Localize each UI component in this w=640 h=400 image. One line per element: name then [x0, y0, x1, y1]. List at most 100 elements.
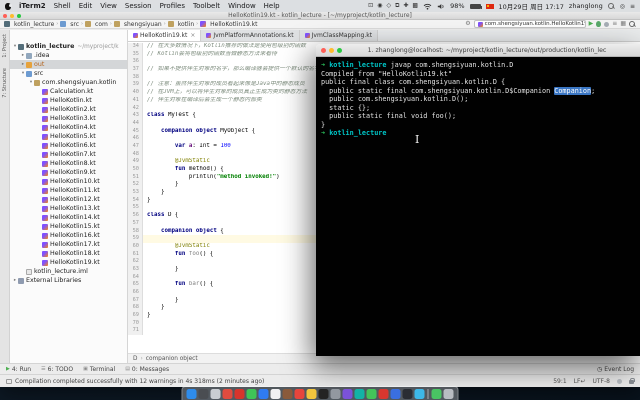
dock-icon[interactable]: [307, 389, 317, 399]
spotlight-search-icon[interactable]: [608, 3, 615, 10]
tree-item-hellokotlin13-kt[interactable]: HelloKotlin13.kt: [10, 204, 127, 213]
tree-item-hellokotlin2-kt[interactable]: HelloKotlin2.kt: [10, 105, 127, 114]
dock-icon[interactable]: [283, 389, 293, 399]
dock-icon[interactable]: [223, 389, 233, 399]
caret-position[interactable]: 59:1: [553, 378, 566, 385]
breadcrumb-src[interactable]: src: [60, 21, 79, 28]
tool-button-7-structure[interactable]: 7: Structure: [2, 68, 8, 98]
dock-icon[interactable]: [211, 389, 221, 399]
dock-icon[interactable]: [295, 389, 305, 399]
menu-session[interactable]: Session: [125, 2, 152, 10]
tree-item-hellokotlin-kt[interactable]: HelloKotlin.kt: [10, 96, 127, 105]
dock-icon[interactable]: [379, 389, 389, 399]
tree-item-hellokotlin5-kt[interactable]: HelloKotlin5.kt: [10, 132, 127, 141]
tree-item-src[interactable]: ▾src: [10, 69, 127, 78]
terminal-output[interactable]: ➜ kotlin_lecture javap com.shengsiyuan.k…: [316, 57, 640, 356]
tree-item-hellokotlin16-kt[interactable]: HelloKotlin16.kt: [10, 231, 127, 240]
tree-item-hellokotlin14-kt[interactable]: HelloKotlin14.kt: [10, 213, 127, 222]
menu-window[interactable]: Window: [228, 2, 256, 10]
dock-icon[interactable]: [247, 389, 257, 399]
menu-view[interactable]: View: [100, 2, 117, 10]
volume-icon[interactable]: [437, 3, 445, 10]
menu-help[interactable]: Help: [264, 2, 280, 10]
tree-item-hellokotlin8-kt[interactable]: HelloKotlin8.kt: [10, 159, 127, 168]
menubar-extra-icon[interactable]: ⧉: [395, 2, 399, 10]
dock-icon[interactable]: [235, 389, 245, 399]
breadcrumb-hellokotlin19-kt[interactable]: HelloKotlin19.kt: [200, 21, 257, 28]
run-configuration-select[interactable]: com.shengsiyuan.kotlin.HelloKotlin19Kt ▾: [474, 20, 586, 28]
menubar-extra-icon[interactable]: ⊡: [368, 2, 373, 10]
event-log-button[interactable]: ◷ Event Log: [597, 366, 634, 373]
menu-profiles[interactable]: Profiles: [160, 2, 185, 10]
lock-icon[interactable]: [629, 378, 634, 384]
tab-jvmclassmapping-kt[interactable]: JvmClassMapping.kt: [300, 30, 378, 41]
dock-icon[interactable]: [415, 389, 425, 399]
tool-button-1-project[interactable]: 1: Project: [2, 34, 8, 58]
dock-icon[interactable]: [391, 389, 401, 399]
wifi-icon[interactable]: [423, 3, 432, 10]
tree-item-hellokotlin11-kt[interactable]: HelloKotlin11.kt: [10, 186, 127, 195]
dock-icon[interactable]: [187, 389, 197, 399]
breadcrumb-shengsiyuan[interactable]: shengsiyuan: [114, 21, 162, 28]
tree-item-hellokotlin15-kt[interactable]: HelloKotlin15.kt: [10, 222, 127, 231]
tree-item-hellokotlin6-kt[interactable]: HelloKotlin6.kt: [10, 141, 127, 150]
breadcrumb-kotlin-lecture[interactable]: kotlin_lecture: [4, 21, 54, 28]
line-separator[interactable]: LF↵: [574, 378, 586, 385]
debug-button[interactable]: [596, 21, 601, 27]
dock-icon[interactable]: [259, 389, 269, 399]
tool-window-0-messages[interactable]: ▤0: Messages: [125, 366, 169, 373]
siri-icon[interactable]: ◎: [620, 3, 625, 10]
menubar-extra-icon[interactable]: ▩: [412, 2, 418, 10]
tree-item-external-libraries[interactable]: ▸External Libraries: [10, 276, 127, 285]
tree-item-out[interactable]: ▸out: [10, 60, 127, 69]
menubar-extra-icon[interactable]: ◇: [386, 2, 391, 10]
tree-item-hellokotlin18-kt[interactable]: HelloKotlin18.kt: [10, 249, 127, 258]
coverage-button[interactable]: [604, 22, 609, 27]
menu-edit[interactable]: Edit: [79, 2, 93, 10]
tool-window-6-todo[interactable]: ☰6: TODO: [41, 366, 73, 373]
menu-shell[interactable]: Shell: [54, 2, 71, 10]
tree-item-hellokotlin9-kt[interactable]: HelloKotlin9.kt: [10, 168, 127, 177]
iterm-window[interactable]: 1. zhanglong@localhost: ~/myproject/kotl…: [316, 44, 640, 356]
project-structure-icon[interactable]: ▦: [620, 21, 626, 27]
tree-item-hellokotlin3-kt[interactable]: HelloKotlin3.kt: [10, 114, 127, 123]
menubar-extra-icon[interactable]: ◉: [377, 2, 382, 10]
menubar-extra-icon[interactable]: ✚: [403, 2, 408, 10]
menubar-username[interactable]: zhanglong: [569, 2, 603, 10]
tree-item-com-shengsiyuan-kotlin[interactable]: ▾com.shengsiyuan.kotlin: [10, 78, 127, 87]
tab-jvmplatformannotations-kt[interactable]: JvmPlatformAnnotations.kt: [201, 30, 299, 41]
dock-icon[interactable]: [367, 389, 377, 399]
tree-item-hellokotlin17-kt[interactable]: HelloKotlin17.kt: [10, 240, 127, 249]
tree-item-kotlin-lecture-iml[interactable]: kotlin_lecture.iml: [10, 267, 127, 276]
close-tab-icon[interactable]: ×: [190, 32, 195, 39]
menubar-clock[interactable]: 10月29日 周日 17:17: [499, 1, 564, 11]
apple-menu-icon[interactable]: [5, 3, 11, 10]
dock-icon[interactable]: [432, 389, 442, 399]
breadcrumb-kotlin[interactable]: kotlin: [168, 21, 194, 28]
dock-icon[interactable]: [271, 389, 281, 399]
wrench-icon[interactable]: ⚙: [465, 21, 470, 27]
status-message[interactable]: Compilation completed successfully with …: [15, 378, 264, 385]
editor-breadcrumb-d[interactable]: D: [133, 356, 137, 362]
editor-breadcrumb-companion-object[interactable]: companion object: [146, 356, 198, 362]
tree-item-hellokotlin4-kt[interactable]: HelloKotlin4.kt: [10, 123, 127, 132]
tab-hellokotlin19-kt[interactable]: HelloKotlin19.kt×: [128, 30, 201, 41]
input-language-flag-icon[interactable]: [486, 4, 494, 9]
dock-icon[interactable]: [343, 389, 353, 399]
tree-item-hellokotlin10-kt[interactable]: HelloKotlin10.kt: [10, 177, 127, 186]
tree-item-idea[interactable]: ▸.idea: [10, 51, 127, 60]
tree-item-hellokotlin12-kt[interactable]: HelloKotlin12.kt: [10, 195, 127, 204]
inspections-icon[interactable]: [617, 379, 622, 384]
tree-item-calculation-kt[interactable]: Calculation.kt: [10, 87, 127, 96]
close-window-button[interactable]: [321, 48, 326, 53]
menu-iterm2[interactable]: iTerm2: [19, 2, 46, 10]
tool-window-terminal[interactable]: ▣Terminal: [83, 366, 115, 373]
breadcrumb-com[interactable]: com: [85, 21, 108, 28]
notification-center-icon[interactable]: ≡: [630, 3, 635, 10]
dock-icon[interactable]: [331, 389, 341, 399]
dock-icon[interactable]: [355, 389, 365, 399]
dock-icon[interactable]: [319, 389, 329, 399]
dock-icon[interactable]: [199, 389, 209, 399]
ide-titlebar[interactable]: HelloKotlin19.kt - kotlin_lecture - [~/m…: [0, 12, 640, 20]
menu-toolbelt[interactable]: Toolbelt: [193, 2, 220, 10]
